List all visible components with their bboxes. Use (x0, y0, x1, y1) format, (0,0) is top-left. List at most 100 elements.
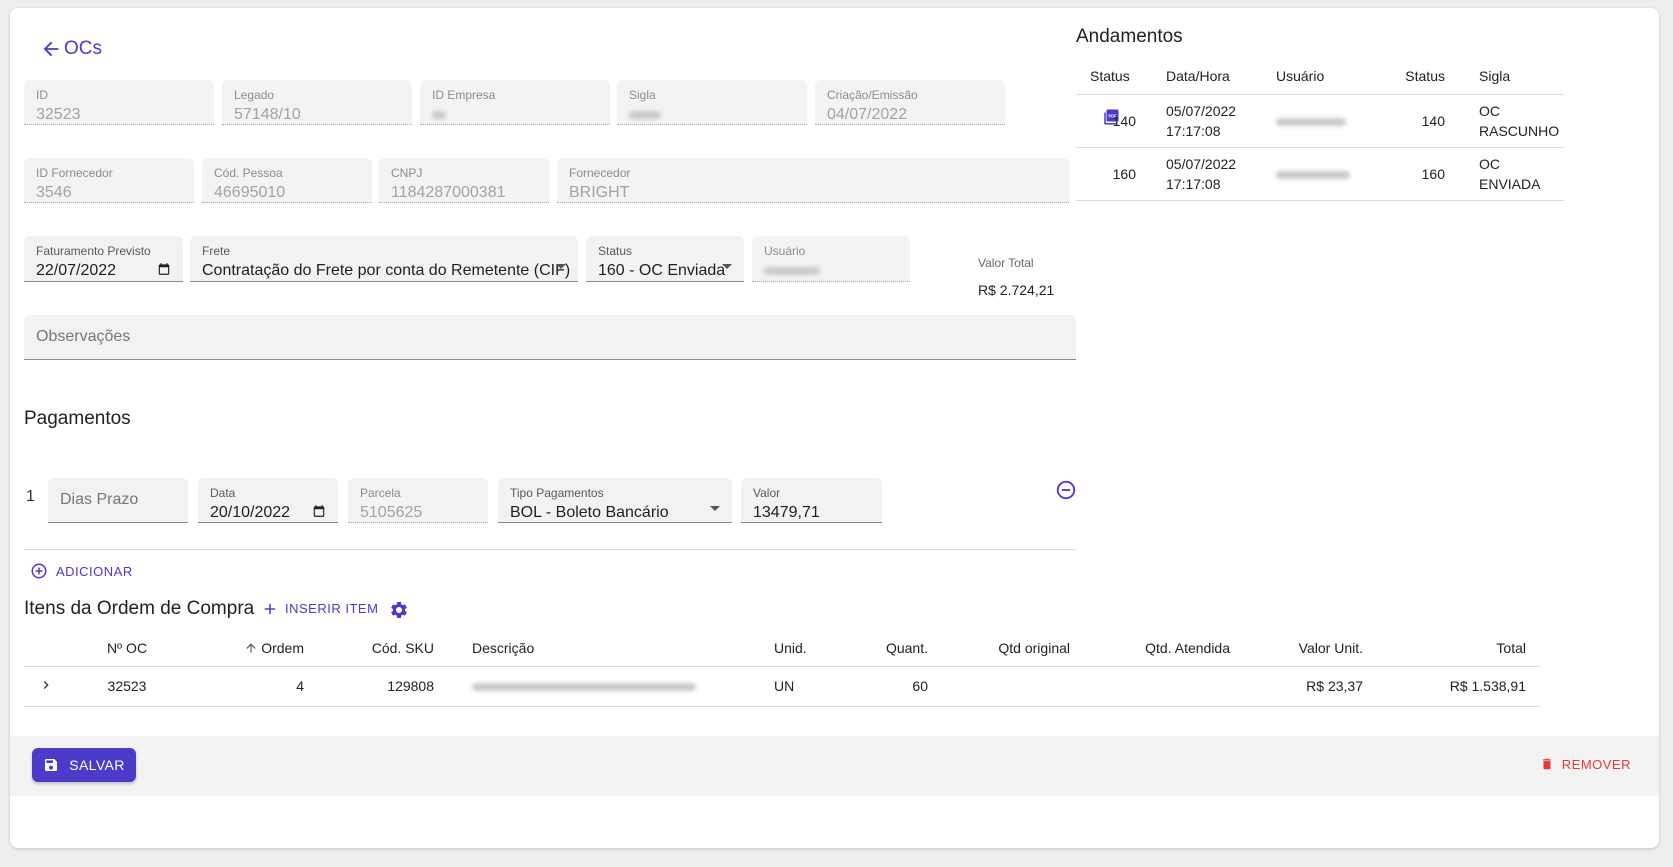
frete-select[interactable]: Frete Contratação do Frete por conta do … (190, 236, 578, 282)
gear-icon[interactable] (389, 600, 409, 620)
fornecedor-field: Fornecedor BRIGHT (557, 158, 1069, 203)
andamentos-title: Andamentos (1076, 26, 1183, 47)
chevron-right-icon (43, 680, 49, 689)
cell-status2: 140 (1364, 94, 1449, 148)
valor-total-label: Valor Total (978, 256, 1034, 270)
tipo-pagamento-label: Tipo Pagamentos (510, 486, 604, 500)
valor-label: Valor (753, 486, 781, 500)
col-status: Status (1076, 58, 1152, 95)
cell-date: 05/07/2022 (1166, 155, 1237, 172)
save-label: SALVAR (69, 757, 125, 773)
remove-label: REMOVER (1561, 756, 1631, 772)
dias-prazo-placeholder: Dias Prazo (60, 491, 139, 508)
remove-button[interactable]: REMOVER (1540, 756, 1631, 772)
id-fornecedor-label: ID Fornecedor (36, 166, 113, 180)
purchase-order-card: OCs ID 32523 Legado 57148/10 ID Empresa … (10, 8, 1659, 848)
chevron-down-icon (710, 506, 720, 511)
itens-title: Itens da Ordem de Compra (24, 598, 255, 619)
parcela-label: Parcela (360, 486, 401, 500)
cell-sigla-line2: ENVIADA (1479, 175, 1541, 192)
col-total[interactable]: Total (1363, 630, 1540, 667)
cell-status: 160 (1076, 147, 1152, 201)
col-sku[interactable]: Cód. SKU (308, 630, 434, 667)
cell-time: 17:17:08 (1166, 122, 1221, 139)
col-ordem[interactable]: Ordem (186, 630, 308, 667)
chevron-down-icon (722, 264, 732, 269)
add-payment-button[interactable]: ADICIONAR (30, 562, 133, 580)
chevron-down-icon (556, 264, 566, 269)
insert-item-button[interactable]: INSERIR ITEM (263, 601, 378, 616)
col-qtd-atendida[interactable]: Qtd. Atendida (1070, 630, 1230, 667)
criacao-label: Criação/Emissão (827, 88, 918, 102)
criacao-value: 04/07/2022 (827, 106, 908, 123)
back-link-label: OCs (64, 38, 102, 59)
valor-value: 13479,71 (753, 504, 820, 521)
cell-sigla-line1: OC (1479, 155, 1500, 172)
col-nº-oc[interactable]: Nº OC (68, 630, 186, 667)
fornecedor-label: Fornecedor (569, 166, 631, 180)
cell-qtd-atendida (1070, 666, 1230, 707)
back-link[interactable]: OCs (40, 38, 102, 60)
observacoes-input[interactable]: Observações (24, 315, 1076, 360)
cell-unid: UN (774, 666, 844, 707)
expand-row-button[interactable] (24, 666, 68, 707)
id-value: 32523 (36, 106, 81, 123)
id-empresa-value-redacted (432, 106, 446, 124)
cell-sigla: OC ENVIADA (1449, 147, 1564, 201)
cell-usuario-redacted (1262, 147, 1364, 201)
minus-circle-icon[interactable] (1055, 479, 1077, 501)
cell-total: R$ 1.538,91 (1363, 666, 1540, 707)
plus-circle-icon (31, 563, 47, 579)
faturamento-date-input[interactable]: Faturamento Previsto 22/07/2022 (24, 236, 183, 282)
table-header-row: Status Data/Hora Usuário Status Sigla (1076, 58, 1564, 95)
col-datahora: Data/Hora (1152, 58, 1262, 95)
cell-usuario-redacted (1262, 94, 1364, 148)
payment-date-input[interactable]: Data 20/10/2022 (198, 478, 338, 523)
usuario-label: Usuário (764, 244, 806, 258)
tipo-pagamento-select[interactable]: Tipo Pagamentos BOL - Boleto Bancário (498, 478, 732, 523)
cell-qtd-original (928, 666, 1070, 707)
valor-input[interactable]: Valor 13479,71 (741, 478, 882, 523)
status-label: Status (598, 244, 633, 258)
id-empresa-field: ID Empresa (420, 80, 610, 125)
cell-time: 17:17:08 (1166, 175, 1221, 192)
cnpj-value: 1184287000381 (391, 184, 506, 201)
pagamentos-title: Pagamentos (24, 408, 131, 429)
payments-divider (24, 549, 1076, 550)
legado-value: 57148/10 (234, 106, 301, 123)
table-row[interactable]: 32523 4 129808 UN 60 R$ 23,37 R$ 1.538,9… (24, 666, 1540, 707)
cell-sku: 129808 (308, 666, 434, 707)
col-qtd-original[interactable]: Qtd original (928, 630, 1070, 667)
cod-pessoa-label: Cód. Pessoa (214, 166, 283, 180)
frete-label: Frete (202, 244, 231, 258)
save-icon (45, 759, 58, 771)
table-header-row: Nº OC Ordem Cód. SKU Descrição Unid. Qua… (24, 630, 1540, 667)
col-sigla: Sigla (1449, 58, 1564, 95)
col-valor-unit[interactable]: Valor Unit. (1230, 630, 1363, 667)
save-button[interactable]: SALVAR (32, 748, 136, 782)
col-quant[interactable]: Quant. (844, 630, 928, 667)
col-unid[interactable]: Unid. (774, 630, 844, 667)
legado-label: Legado (234, 88, 275, 102)
status-select[interactable]: Status 160 - OC Enviada (586, 236, 744, 282)
dias-prazo-input[interactable]: Dias Prazo (48, 478, 188, 523)
col-expand (24, 630, 68, 667)
payment-index: 1 (26, 488, 35, 505)
calendar-icon[interactable] (312, 504, 326, 518)
sigla-value-redacted (629, 106, 661, 124)
cell-quant: 60 (844, 666, 928, 707)
add-payment-label: ADICIONAR (56, 563, 133, 579)
calendar-icon[interactable] (157, 262, 171, 276)
id-fornecedor-field: ID Fornecedor 3546 (24, 158, 194, 203)
col-descricao[interactable]: Descrição (434, 630, 774, 667)
payment-date-value: 20/10/2022 (210, 504, 291, 521)
parcela-field: Parcela 5105625 (348, 478, 488, 523)
arrow-left-icon (43, 41, 59, 57)
fornecedor-value: BRIGHT (569, 184, 630, 201)
criacao-field: Criação/Emissão 04/07/2022 (815, 80, 1005, 125)
table-row: 160 05/07/2022 17:17:08 160 OC ENVIADA (1076, 147, 1564, 201)
cell-valor-unit: R$ 23,37 (1230, 666, 1363, 707)
footer-bar: SALVAR REMOVER (10, 736, 1659, 796)
cell-date: 05/07/2022 (1166, 102, 1237, 119)
id-label: ID (36, 88, 48, 102)
